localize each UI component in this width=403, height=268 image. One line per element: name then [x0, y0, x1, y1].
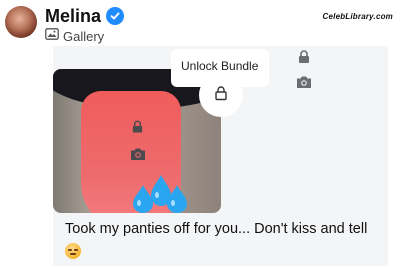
lock-icon — [214, 85, 228, 106]
verified-badge-icon — [106, 7, 125, 25]
lock-icon — [131, 120, 144, 138]
lock-icon — [297, 50, 311, 68]
camera-icon — [130, 147, 146, 166]
avatar[interactable] — [5, 6, 37, 38]
post-preview-image[interactable] — [53, 69, 221, 213]
unlock-bundle-label[interactable]: Unlock Bundle — [181, 59, 258, 73]
sweat-droplets-icon — [127, 175, 189, 213]
profile-subtitle-row: Gallery — [45, 27, 104, 45]
post-caption: Took my panties off for you... Don't kis… — [65, 221, 368, 237]
profile-name-row: Melina — [45, 5, 125, 27]
profile-name[interactable]: Melina — [45, 6, 101, 27]
smirk-emoji-icon — [65, 243, 81, 259]
unlock-button[interactable] — [199, 73, 243, 117]
profile-subtitle: Gallery — [63, 28, 105, 44]
watermark: CelebLibrary.com — [322, 12, 393, 21]
camera-icon — [296, 75, 312, 94]
post-caption-panel: Took my panties off for you... Don't kis… — [53, 214, 388, 266]
gallery-icon — [45, 27, 59, 45]
